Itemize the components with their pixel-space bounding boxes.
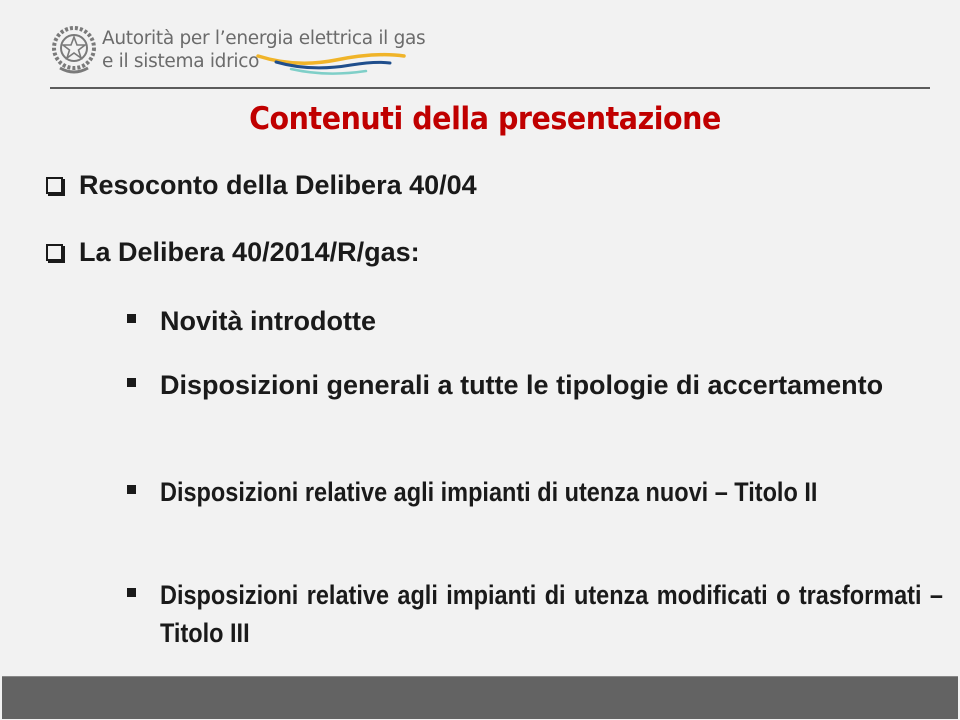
square-bullet-icon bbox=[127, 378, 136, 387]
org-name-line2: e il sistema idrico bbox=[102, 51, 260, 72]
sub-list-item: Disposizioni generali a tutte le tipolog… bbox=[127, 366, 945, 404]
sub-list-item: Novità introdotte bbox=[127, 302, 945, 340]
sub-list-item-text: Disposizioni relative agli impianti di u… bbox=[160, 477, 818, 507]
square-bullet-icon bbox=[127, 588, 136, 597]
slide-title: Contenuti della presentazione bbox=[249, 101, 721, 137]
square-bullet-icon bbox=[127, 314, 136, 323]
list-item-text: La Delibera 40/2014/R/gas: bbox=[79, 237, 420, 267]
list-item: Resoconto della Delibera 40/04 bbox=[46, 170, 477, 201]
list-item-text: Resoconto della Delibera 40/04 bbox=[79, 170, 477, 200]
sub-list-item: Disposizioni relative agli impianti di u… bbox=[127, 473, 945, 511]
square-bullet-icon bbox=[127, 485, 136, 494]
org-name-line1: Autorità per l’energia elettrica il gas bbox=[102, 28, 426, 49]
sub-list-item-text: Disposizioni generali a tutte le tipolog… bbox=[160, 370, 884, 400]
italian-republic-emblem-icon bbox=[52, 26, 96, 74]
waves-logo-icon bbox=[256, 52, 406, 75]
header-divider bbox=[50, 87, 930, 89]
checkbox-bullet-icon bbox=[46, 177, 63, 194]
sub-list-item: Disposizioni relative agli impianti di u… bbox=[127, 576, 945, 652]
sub-list-item-text: Disposizioni relative agli impianti di u… bbox=[160, 580, 943, 648]
authority-logo: Autorità per l’energia elettrica il gas … bbox=[48, 22, 426, 82]
footer-bar bbox=[2, 676, 958, 719]
sub-list-item-text: Novità introdotte bbox=[160, 306, 376, 336]
checkbox-bullet-icon bbox=[46, 244, 63, 261]
list-item: La Delibera 40/2014/R/gas: bbox=[46, 237, 420, 268]
